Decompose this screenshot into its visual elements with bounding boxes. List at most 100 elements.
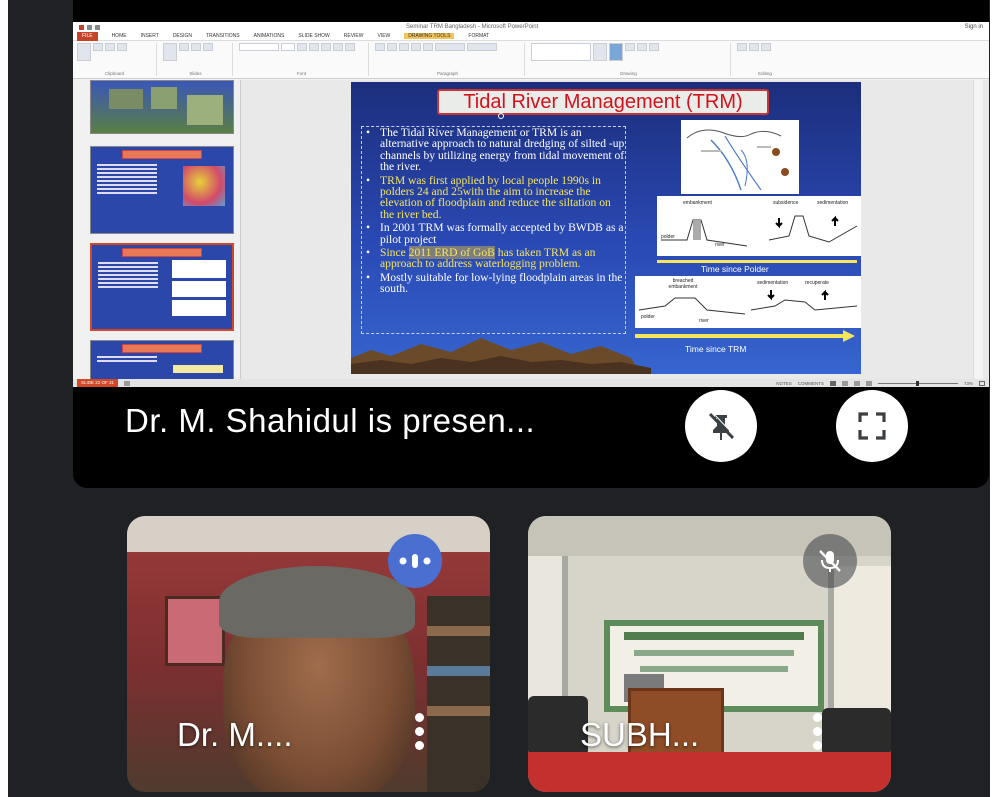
align-left-icon[interactable] [399,43,409,51]
text-direction-icon[interactable] [435,43,465,51]
slide-thumbnail[interactable] [90,80,234,134]
mic-off-indicator [803,534,857,588]
font-name-select[interactable] [239,43,279,51]
slide-thumbnail[interactable]: 21 [90,146,234,234]
font-color-icon[interactable] [345,43,355,51]
cut-icon[interactable] [93,43,103,51]
shape-effects-icon[interactable] [649,43,659,51]
underline-icon[interactable] [321,43,331,51]
bullets-icon[interactable] [375,43,385,51]
presenting-label: Dr. M. Shahidul is presen... [125,402,536,439]
thumbnail-photo [187,95,223,125]
slide-thumbnail-selected[interactable]: 22 [90,243,234,331]
participant-tile-2[interactable]: SUBH... [528,516,891,792]
quick-styles-icon[interactable] [609,43,623,61]
shapes-gallery[interactable] [531,43,591,61]
slide-thumbnails-pane[interactable]: 21 22 [73,80,241,379]
ribbon-group-slides: Slides [163,43,233,76]
bullet-item: Since 2011 ERD of GoB has taken TRM as a… [362,246,625,270]
ribbon-group-paragraph: Paragraph [375,43,525,76]
more-options-button-1[interactable] [414,713,424,750]
shadow-icon[interactable] [333,43,343,51]
fullscreen-button[interactable] [836,390,908,462]
thumbnail-title [122,344,202,353]
slide-title[interactable]: Tidal River Management (TRM) [437,89,769,115]
tab-insert[interactable]: INSERT [141,33,159,39]
slide-textbox-selected[interactable]: The Tidal River Management or TRM is an … [361,113,626,334]
slide-indicator: SLIDE 22 OF 31 [77,379,119,387]
paste-icon[interactable] [77,43,91,61]
tab-drawing-tools[interactable]: DRAWING TOOLS [404,33,455,39]
participant-name-2: SUBH... [580,716,700,753]
participant-tile-1[interactable]: Dr. M.... [127,516,490,792]
font-size-select[interactable] [281,43,295,51]
layout-icon[interactable] [179,43,189,51]
bullet-item: Mostly suitable for low-lying floodplain… [362,272,625,295]
rotate-handle[interactable] [498,113,504,119]
replace-icon[interactable] [749,43,759,51]
mic-off-icon [819,550,841,572]
shape-fill-icon[interactable] [625,43,635,51]
reading-view-icon[interactable] [853,380,860,386]
smartart-icon[interactable] [467,43,497,51]
bold-icon[interactable] [297,43,307,51]
normal-view-icon[interactable] [829,380,836,386]
arrange-icon[interactable] [593,43,607,61]
tab-view[interactable]: VIEW [378,33,391,39]
sign-in-link[interactable]: Sign in [965,24,983,30]
tab-review[interactable]: REVIEW [344,33,364,39]
sofa-right [822,708,891,756]
thumbnail-title [122,248,202,257]
tab-transitions[interactable]: TRANSITIONS [206,33,240,39]
bullet-item: TRM was first applied by local people 19… [362,174,625,221]
align-center-icon[interactable] [411,43,421,51]
format-painter-icon[interactable] [117,43,127,51]
new-slide-icon[interactable] [163,43,177,61]
ppt-status-bar: SLIDE 22 OF 31 NOTES COMMENTS 73% [73,379,989,387]
caption-time-since-polder: Time since Polder [701,264,769,274]
presentation-tile[interactable]: Seminar TRM Bangladesh - Microsoft Power… [73,0,989,488]
ribbon-group-font: Font [239,43,369,76]
thumbnail-map [183,166,225,206]
tab-slide-show[interactable]: SLIDE SHOW [298,33,329,39]
wall-picture [165,596,225,666]
ppt-editing-area: 21 22 [73,80,989,379]
italic-icon[interactable] [309,43,319,51]
shape-outline-icon[interactable] [637,43,647,51]
copy-icon[interactable] [105,43,115,51]
section-icon[interactable] [203,43,213,51]
align-right-icon[interactable] [423,43,433,51]
document-title: Seminar TRM Bangladesh - Microsoft Power… [406,24,539,30]
tab-design[interactable]: DESIGN [173,33,192,39]
tab-home[interactable]: HOME [112,33,127,39]
reset-icon[interactable] [191,43,201,51]
unpin-button[interactable] [685,390,757,462]
tab-format[interactable]: FORMAT [468,33,489,39]
zoom-slider[interactable] [877,380,958,386]
fullscreen-icon [858,412,886,440]
thumbnail-photo [109,89,143,109]
slideshow-view-icon[interactable] [865,380,872,386]
slide-canvas[interactable]: Tidal River Management (TRM) The Tidal R… [351,82,861,374]
tab-animations[interactable]: ANIMATIONS [254,33,285,39]
ribbon-group-drawing: Drawing [531,43,731,76]
red-carpet [528,752,891,792]
fit-slide-icon[interactable] [979,380,985,386]
polder-diagram: embankment subsidence sedimentation pold… [657,196,861,256]
select-icon[interactable] [761,43,771,51]
find-icon[interactable] [737,43,747,51]
bullet-list: The Tidal River Management or TRM is an … [362,127,625,295]
thumbnail-photo [151,87,177,109]
sorter-view-icon[interactable] [841,380,848,386]
more-options-button-2[interactable] [812,713,822,750]
vertical-scrollbar[interactable] [973,80,983,379]
notes-button[interactable]: NOTES [776,381,792,386]
zoom-level[interactable]: 73% [964,381,973,386]
sofa-left [528,696,588,756]
zoom-slider-knob[interactable] [915,380,919,386]
slide-thumbnail[interactable]: 23 [90,340,234,379]
tab-file[interactable]: FILE [77,31,98,41]
comments-button[interactable]: COMMENTS [798,381,824,386]
numbering-icon[interactable] [387,43,397,51]
speaking-indicator [388,534,442,588]
